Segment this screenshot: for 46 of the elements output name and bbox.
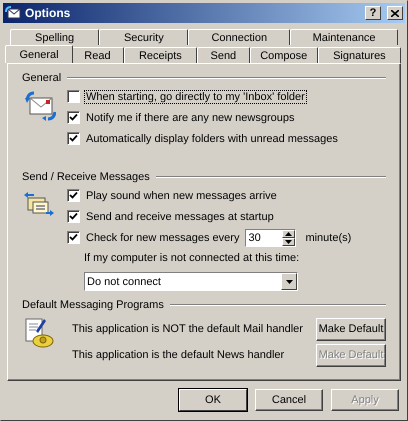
up-arrow-icon	[285, 232, 292, 236]
dialog-button[interactable]: OK	[179, 389, 247, 411]
tab[interactable]: Compose	[250, 47, 318, 63]
checkbox-label: Send and receive messages at startup	[85, 210, 275, 222]
group-heading: Default Messaging Programs	[22, 299, 164, 311]
checkbox[interactable]	[67, 90, 80, 103]
checkbox[interactable]	[67, 189, 80, 202]
down-arrow-icon	[286, 280, 292, 284]
envelopes-arrows-icon	[24, 189, 54, 217]
checkbox[interactable]	[67, 231, 80, 244]
handler-status: This application is the default News handler	[71, 349, 284, 361]
spin-up-button[interactable]	[282, 230, 296, 238]
tab[interactable]: Connection	[188, 29, 290, 45]
checkbox-label: Notify me if there are any new newsgroups	[85, 112, 296, 124]
dropdown-button[interactable]	[281, 273, 297, 290]
close-button[interactable]	[387, 6, 403, 20]
checkbox-label: Play sound when new messages arrive	[85, 190, 278, 202]
close-icon	[391, 10, 399, 16]
group-heading: Send / Receive Messages	[22, 171, 150, 183]
tab[interactable]: Read	[71, 47, 124, 63]
checkbox[interactable]	[67, 111, 80, 124]
tab[interactable]: Send	[196, 47, 250, 63]
tab[interactable]: Security	[99, 29, 188, 45]
handler-status: This application is NOT the default Mail handler	[71, 323, 303, 335]
tab[interactable]: Maintenance	[290, 29, 398, 45]
minutes-spinner[interactable]: 30	[245, 228, 296, 246]
tab[interactable]: Receipts	[124, 47, 197, 63]
envelope-icon	[5, 6, 21, 20]
tab[interactable]: Spelling	[10, 29, 100, 45]
make-default-button[interactable]: Make Default	[316, 318, 386, 340]
checkbox[interactable]	[67, 132, 80, 145]
tab[interactable]: Signatures	[318, 47, 402, 63]
checkbox[interactable]	[67, 210, 80, 223]
window-title: Options	[25, 6, 72, 20]
group-heading: General	[22, 72, 62, 84]
unit-label: minute(s)	[305, 232, 352, 244]
connection-dropdown[interactable]: Do not connect	[84, 272, 298, 291]
down-arrow-icon	[285, 240, 292, 244]
help-button[interactable]: ?	[365, 6, 381, 20]
offline-label: If my computer is not connected at this time:	[83, 252, 300, 264]
tab[interactable]: General	[5, 45, 74, 63]
checkbox-label: When starting, go directly to my 'Inbox' folder	[85, 90, 306, 102]
dialog-button[interactable]: Cancel	[255, 389, 323, 411]
envelope-arrows-icon	[24, 90, 56, 122]
checkbox-label: Automatically display folders with unread messages	[85, 132, 339, 144]
checkbox-label: Check for new messages every	[85, 232, 240, 244]
